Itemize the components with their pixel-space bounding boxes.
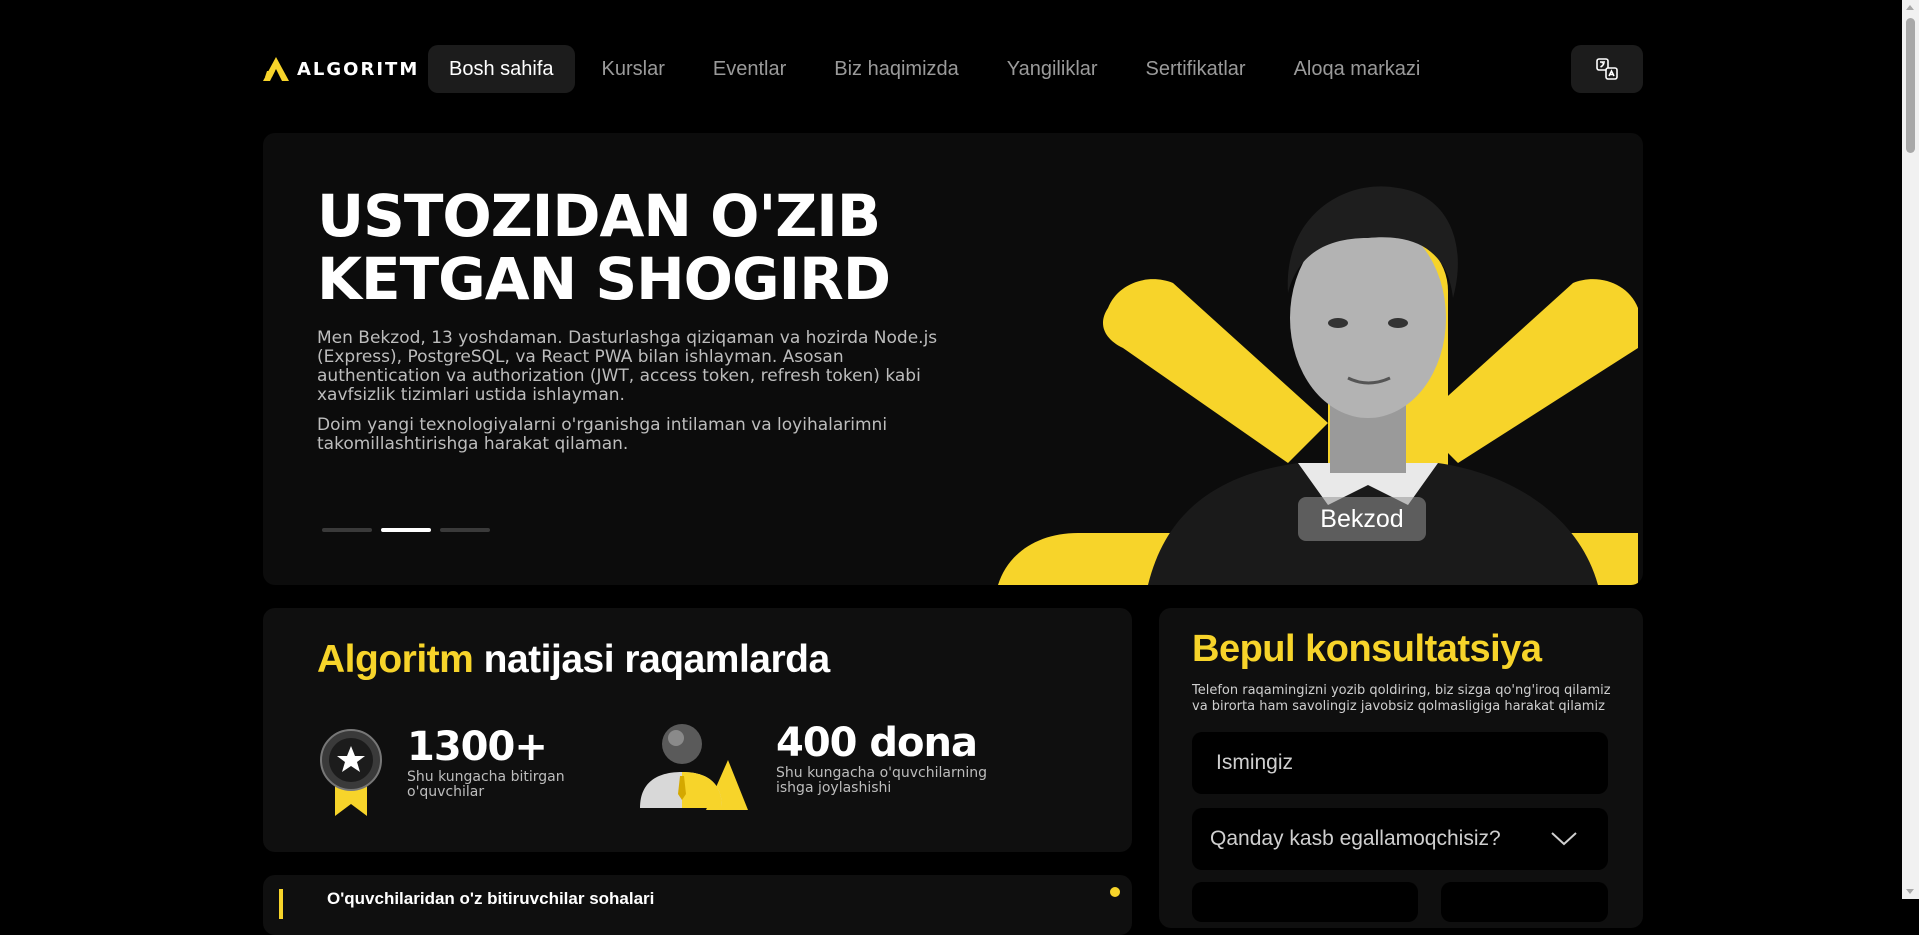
stat-graduates-value: 1300+: [407, 724, 548, 770]
hero-paragraph-1: Men Bekzod, 13 yoshdaman. Dasturlashga q…: [317, 328, 938, 405]
hero-slider: USTOZIDAN O'ZIB KETGAN SHOGIRD Men Bekzo…: [263, 133, 1643, 585]
consultation-form: Bepul konsultatsiya Telefon raqamingizni…: [1159, 608, 1643, 928]
name-input[interactable]: [1192, 751, 1608, 775]
scroll-up-arrow[interactable]: [1906, 5, 1914, 10]
profession-select-value: Qanday kasb egallamoqchisiz?: [1210, 827, 1501, 850]
stats-title: Algoritm natijasi raqamlarda: [317, 638, 830, 682]
logo-icon: [263, 57, 289, 81]
scroll-thumb[interactable]: [1906, 18, 1915, 153]
graduates-card-dot: [1110, 887, 1120, 897]
translate-icon: [1596, 58, 1618, 80]
page-scrollbar[interactable]: [1902, 0, 1919, 899]
graduates-card-marker: [279, 889, 283, 919]
chevron-down-icon: [1551, 832, 1577, 846]
nav-item-contact[interactable]: Aloqa markazi: [1273, 45, 1442, 93]
logo-text: ALGORITM: [297, 58, 420, 80]
phone-number-field[interactable]: [1441, 882, 1608, 922]
stat-employment-value: 400 dona: [776, 720, 978, 766]
stat-graduates-description: Shu kungacha bitirgan o'quvchilar: [407, 769, 565, 800]
slider-dot-1[interactable]: [322, 528, 372, 532]
nav-item-courses[interactable]: Kurslar: [581, 45, 686, 93]
stat-graduates-text: 1300+ Shu kungacha bitirgan o'quvchilar: [407, 724, 607, 800]
hero-name-tag: Bekzod: [1298, 497, 1426, 541]
nav-item-about[interactable]: Biz haqimizda: [813, 45, 980, 93]
consult-title: Bepul konsultatsiya: [1192, 628, 1542, 670]
page: ALGORITM Bosh sahifa Kurslar Eventlar Bi…: [0, 0, 1919, 935]
consult-description: Telefon raqamingizni yozib qoldiring, bi…: [1192, 683, 1611, 714]
slider-dot-2[interactable]: [381, 528, 431, 532]
hero-paragraph-2: Doim yangi texnologiyalarni o'rganishga …: [317, 415, 888, 454]
hero-title: USTOZIDAN O'ZIB KETGAN SHOGIRD: [317, 185, 917, 311]
logo[interactable]: ALGORITM: [263, 55, 419, 83]
language-button[interactable]: [1571, 45, 1643, 93]
nav-item-events[interactable]: Eventlar: [692, 45, 807, 93]
stat-employment: [636, 720, 748, 816]
graduates-card: O'quvchilaridan o'z bitiruvchilar sohala…: [263, 875, 1132, 935]
stat-graduates: [319, 724, 383, 820]
employee-icon: [640, 724, 748, 810]
stat-employment-description: Shu kungacha o'quvchilarning ishga joyla…: [776, 765, 987, 796]
profession-select[interactable]: Qanday kasb egallamoqchisiz?: [1192, 808, 1608, 870]
graduates-card-title: O'quvchilaridan o'z bitiruvchilar sohala…: [327, 889, 655, 908]
stats-title-accent: Algoritm: [317, 638, 474, 681]
slider-dot-3[interactable]: [440, 528, 490, 532]
nav-item-news[interactable]: Yangiliklar: [986, 45, 1119, 93]
stats-card: Algoritm natijasi raqamlarda 1300+ Shu k…: [263, 608, 1132, 852]
name-field[interactable]: [1192, 732, 1608, 794]
hero-title-line-2: KETGAN SHOGIRD: [317, 245, 891, 313]
nav-item-certificates[interactable]: Sertifikatlar: [1125, 45, 1267, 93]
scroll-down-arrow[interactable]: [1906, 889, 1914, 894]
stat-employment-text: 400 dona Shu kungacha o'quvchilarning is…: [776, 720, 1006, 796]
medal-icon: [320, 729, 382, 816]
nav-item-home[interactable]: Bosh sahifa: [428, 45, 575, 93]
hero-title-line-1: USTOZIDAN O'ZIB: [317, 182, 881, 250]
slider-dots: [322, 528, 490, 532]
stats-title-rest: natijasi raqamlarda: [473, 638, 831, 681]
nav-items: Bosh sahifa Kurslar Eventlar Biz haqimiz…: [428, 45, 1441, 93]
top-nav: ALGORITM Bosh sahifa Kurslar Eventlar Bi…: [263, 45, 1643, 93]
phone-code-field[interactable]: [1192, 882, 1418, 922]
